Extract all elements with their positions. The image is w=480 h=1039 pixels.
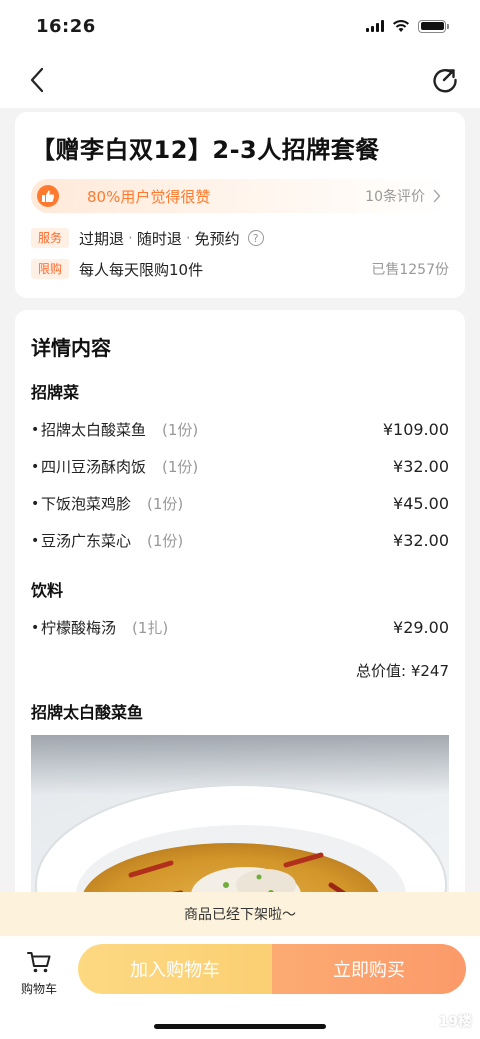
service-item: 免预约 xyxy=(194,229,240,248)
review-summary-bar[interactable]: 80%用户觉得很赞 10条评价 xyxy=(31,179,449,213)
menu-item-price: ¥29.00 xyxy=(393,618,449,637)
photo-caption: 招牌太白酸菜鱼 xyxy=(31,703,144,722)
menu-item-price: ¥32.00 xyxy=(393,457,449,476)
details-card: 详情内容 招牌菜 • 招牌太白酸菜鱼 (1份) ¥109.00 • 四川豆汤酥肉… xyxy=(15,310,465,910)
menu-group-title: 饮料 xyxy=(31,581,64,600)
shopping-cart-icon xyxy=(27,952,51,973)
add-to-cart-button[interactable]: 加入购物车 xyxy=(78,944,272,994)
help-icon[interactable]: ? xyxy=(247,230,264,246)
purchase-buttons: 加入购物车 立即购买 xyxy=(78,944,466,994)
limit-text: 每人每天限购10件 xyxy=(79,260,204,279)
menu-item-row: • 柠檬酸梅汤 (1扎) ¥29.00 xyxy=(31,618,449,637)
menu-item-row: • 四川豆汤酥肉饭 (1份) ¥32.00 xyxy=(31,457,449,476)
menu-item-price: ¥45.00 xyxy=(393,494,449,513)
menu-item-name: 豆汤广东菜心 xyxy=(41,532,132,550)
battery-icon xyxy=(418,19,449,33)
deal-title: 【赠李白双12】2-3人招牌套餐 xyxy=(31,136,380,164)
limit-tag: 限购 xyxy=(31,259,70,279)
service-row: 服务 过期退 · 随时退 · 免预约 ? xyxy=(31,227,449,249)
wifi-icon xyxy=(393,20,409,32)
back-button[interactable] xyxy=(20,63,54,97)
review-count-label: 10条评价 xyxy=(365,189,425,205)
deal-summary-card: 【赠李白双12】2-3人招牌套餐 80%用户觉得很赞 10条评价 服务 过期退 … xyxy=(15,112,465,298)
cart-label: 购物车 xyxy=(20,982,57,996)
off-shelf-notice: 商品已经下架啦～ xyxy=(0,892,480,936)
status-time: 16:26 xyxy=(36,15,96,37)
menu-item-row: • 招牌太白酸菜鱼 (1份) ¥109.00 xyxy=(31,420,449,439)
home-indicator xyxy=(154,1024,326,1029)
cart-button[interactable]: 购物车 xyxy=(16,950,62,1000)
nav-bar xyxy=(0,52,480,108)
system-icons xyxy=(366,19,449,33)
bottom-action-bar: 购物车 加入购物车 立即购买 19楼 xyxy=(0,936,480,1039)
menu-item-name: 招牌太白酸菜鱼 xyxy=(41,421,147,439)
fish-soup-image xyxy=(35,784,447,910)
buy-now-button[interactable]: 立即购买 xyxy=(272,944,466,994)
chevron-right-icon xyxy=(433,189,441,203)
sold-count: 已售1257份 xyxy=(371,262,449,278)
status-bar: 16:26 xyxy=(0,0,480,52)
dish-photo xyxy=(31,735,449,910)
menu-item-name: 四川豆汤酥肉饭 xyxy=(41,458,147,476)
service-item: 过期退 xyxy=(79,229,125,248)
menu-item-qty: (1份) xyxy=(162,458,199,476)
share-icon xyxy=(433,69,457,93)
menu-item-row: • 豆汤广东菜心 (1份) ¥32.00 xyxy=(31,531,449,550)
praise-rate-text: 80%用户觉得很赞 xyxy=(87,187,211,206)
menu-item-name: 柠檬酸梅汤 xyxy=(41,619,117,637)
cellular-signal-icon xyxy=(366,20,384,32)
menu-item-price: ¥109.00 xyxy=(382,420,449,439)
chevron-left-icon xyxy=(30,67,44,93)
service-items: 过期退 · 随时退 · 免预约 ? xyxy=(79,228,264,249)
menu-item-qty: (1份) xyxy=(147,532,184,550)
purchase-limit-row: 限购 每人每天限购10件 已售1257份 xyxy=(31,258,449,280)
watermark-logo: 19楼 xyxy=(438,1014,472,1030)
menu-item-name: 下饭泡菜鸡胗 xyxy=(41,495,132,513)
thumbs-up-icon xyxy=(37,185,59,207)
menu-item-price: ¥32.00 xyxy=(393,531,449,550)
service-tag: 服务 xyxy=(31,228,70,248)
menu-item-row: • 下饭泡菜鸡胗 (1份) ¥45.00 xyxy=(31,494,449,513)
review-count-link[interactable]: 10条评价 xyxy=(365,186,441,206)
menu-item-qty: (1扎) xyxy=(132,619,169,637)
details-section-title: 详情内容 xyxy=(31,336,111,360)
menu-item-qty: (1份) xyxy=(147,495,184,513)
menu-item-qty: (1份) xyxy=(162,421,199,439)
share-button[interactable] xyxy=(428,63,462,97)
total-value: 总价值: ¥247 xyxy=(356,662,449,680)
service-item: 随时退 xyxy=(136,229,182,248)
menu-group-title: 招牌菜 xyxy=(31,383,80,402)
